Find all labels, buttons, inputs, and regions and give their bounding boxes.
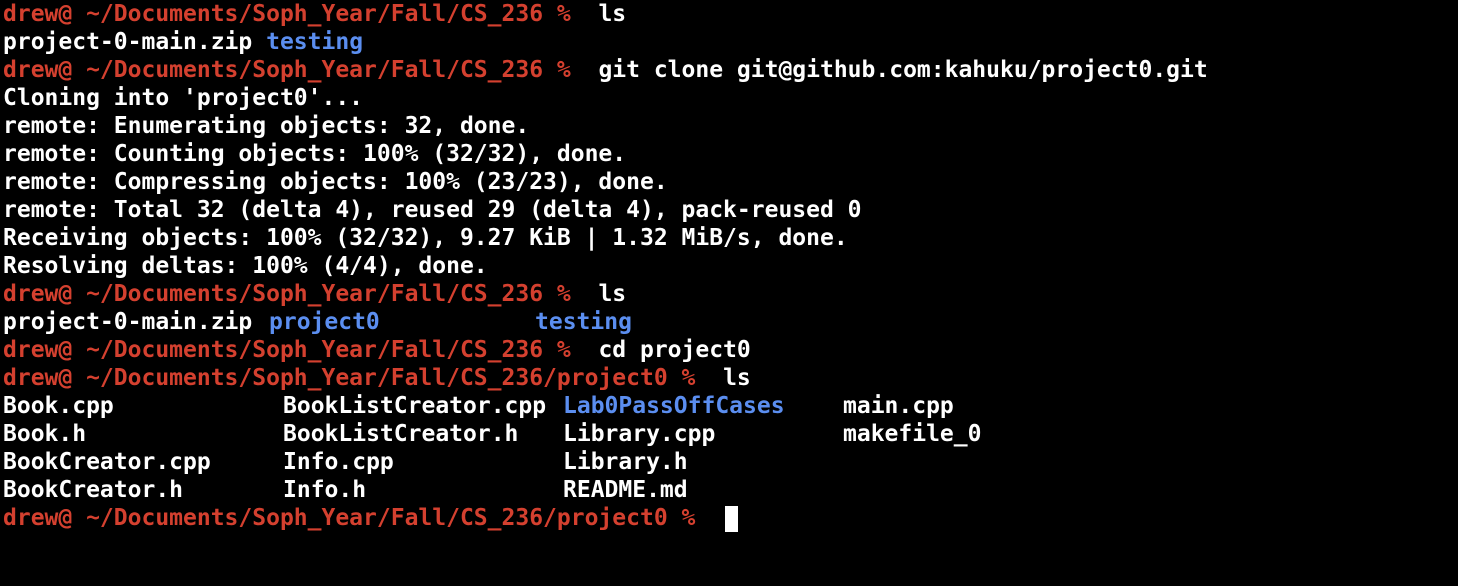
prompt: drew@ ~/Documents/Soph_Year/Fall/CS_236 … [3, 1, 571, 27]
prompt: drew@ ~/Documents/Soph_Year/Fall/CS_236/… [3, 505, 696, 531]
output-line: remote: Total 32 (delta 4), reused 29 (d… [3, 197, 862, 223]
prompt-line: drew@ ~/Documents/Soph_Year/Fall/CS_236/… [3, 364, 1458, 392]
listing-row: Book.h BookListCreator.h Library.cpp makefi… [3, 420, 1458, 448]
prompt-line: drew@ ~/Documents/Soph_Year/Fall/CS_236 … [3, 56, 1458, 84]
output-line: Resolving deltas: 100% (4/4), done. [3, 253, 488, 279]
listing-row: Book.cpp BookListCreator.cpp Lab0PassOffCa… [3, 392, 1458, 420]
command: ls [598, 1, 627, 27]
file-entry: main.cpp [843, 393, 954, 419]
file-entry: BookListCreator.h [283, 421, 519, 447]
terminal-window[interactable]: drew@ ~/Documents/Soph_Year/Fall/CS_236 … [0, 0, 1458, 586]
file-entry: BookCreator.cpp [3, 449, 211, 475]
prompt-line: drew@ ~/Documents/Soph_Year/Fall/CS_236 … [3, 0, 1458, 28]
command: git clone git@github.com:kahuku/project0… [598, 57, 1208, 83]
listing-row: BookCreator.h Info.h README.md [3, 476, 1458, 504]
output-line: Cloning into 'project0'... [3, 85, 364, 111]
output-line: remote: Counting objects: 100% (32/32), … [3, 141, 627, 167]
output-line: remote: Enumerating objects: 32, done. [3, 113, 530, 139]
command: cd project0 [598, 337, 751, 363]
prompt-line: drew@ ~/Documents/Soph_Year/Fall/CS_236 … [3, 280, 1458, 308]
prompt-line: drew@ ~/Documents/Soph_Year/Fall/CS_236 … [3, 336, 1458, 364]
file-entry: Book.cpp [3, 393, 114, 419]
prompt: drew@ ~/Documents/Soph_Year/Fall/CS_236 … [3, 337, 571, 363]
file-entry: BookCreator.h [3, 477, 184, 503]
file-entry: BookListCreator.cpp [283, 393, 547, 419]
ls-output-line: project-0-main.zip project0 testing [3, 308, 1458, 336]
prompt: drew@ ~/Documents/Soph_Year/Fall/CS_236/… [3, 365, 696, 391]
file-entry: Library.cpp [563, 421, 716, 447]
file-entry: README.md [563, 477, 688, 503]
command: ls [723, 365, 751, 391]
text-cursor[interactable] [725, 505, 739, 532]
listing-row: BookCreator.cpp Info.cpp Library.h [3, 448, 1458, 476]
prompt: drew@ ~/Documents/Soph_Year/Fall/CS_236 … [3, 281, 571, 307]
ls-output-line: project-0-main.zip testing [3, 28, 1458, 56]
file-entry: Library.h [563, 449, 688, 475]
prompt: drew@ ~/Documents/Soph_Year/Fall/CS_236 … [3, 57, 571, 83]
active-prompt-line[interactable]: drew@ ~/Documents/Soph_Year/Fall/CS_236/… [3, 504, 1458, 532]
directory-entry: Lab0PassOffCases [563, 393, 785, 419]
file-entry: Info.h [283, 477, 367, 503]
directory-entry: project0 [269, 309, 380, 335]
output-line: remote: Compressing objects: 100% (23/23… [3, 169, 668, 195]
file-entry: Info.cpp [283, 449, 394, 475]
file-entry: project-0-main.zip [3, 29, 253, 55]
directory-entry: testing [535, 309, 632, 335]
file-entry: makefile_0 [843, 421, 982, 447]
command: ls [598, 281, 627, 307]
file-entry: Book.h [3, 421, 87, 447]
file-entry: project-0-main.zip [3, 309, 253, 335]
output-line: Receiving objects: 100% (32/32), 9.27 Ki… [3, 225, 848, 251]
directory-entry: testing [266, 29, 364, 55]
